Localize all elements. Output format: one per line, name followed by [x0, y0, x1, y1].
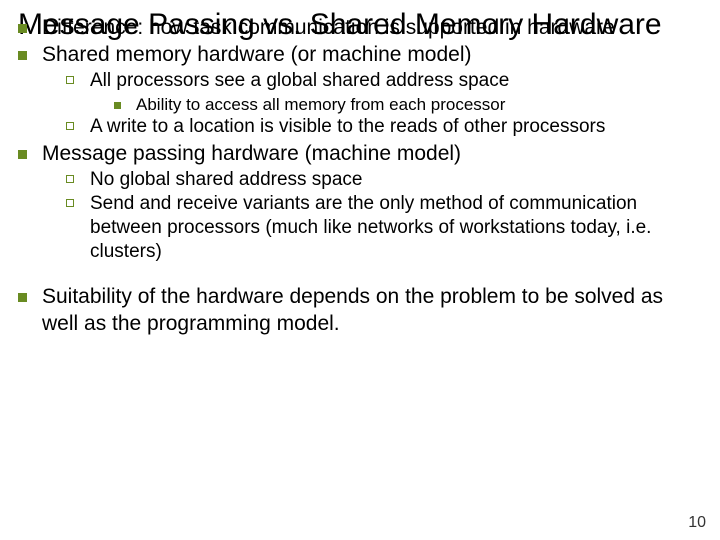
bullet-text: All processors see a global shared addre…	[90, 69, 702, 93]
bullet-item: Difference: how task communication is su…	[18, 15, 702, 42]
square-bullet-icon	[18, 15, 42, 42]
bullet-text: Message passing hardware (machine model)	[42, 141, 702, 168]
bullet-text: Shared memory hardware (or machine model…	[42, 42, 702, 69]
hollow-square-bullet-icon	[66, 115, 90, 139]
hollow-square-bullet-icon	[66, 168, 90, 192]
bullet-item: Suitability of the hardware depends on t…	[18, 284, 702, 338]
bullet-text: No global shared address space	[90, 168, 702, 192]
hollow-square-bullet-icon	[66, 192, 90, 265]
bullet-item: A write to a location is visible to the …	[66, 115, 702, 139]
bullet-item: No global shared address space	[66, 168, 702, 192]
square-bullet-icon	[18, 141, 42, 168]
bullet-text: Suitability of the hardware depends on t…	[42, 284, 702, 338]
bullet-item: Send and receive variants are the only m…	[66, 192, 702, 265]
hollow-square-bullet-icon	[66, 69, 90, 93]
bullet-item: Message passing hardware (machine model)	[18, 141, 702, 168]
square-bullet-icon	[18, 42, 42, 69]
bullet-text: Ability to access all memory from each p…	[136, 94, 702, 116]
bullet-text: Send and receive variants are the only m…	[90, 192, 702, 265]
bullet-item: All processors see a global shared addre…	[66, 69, 702, 93]
square-bullet-icon	[114, 94, 136, 116]
slide: Message Passing vs. Shared Memory Hardwa…	[0, 0, 720, 540]
bullet-list: Difference: how task communication is su…	[18, 15, 702, 338]
bullet-item: Ability to access all memory from each p…	[114, 94, 702, 116]
square-bullet-icon	[18, 284, 42, 338]
bullet-item: Shared memory hardware (or machine model…	[18, 42, 702, 69]
bullet-text: A write to a location is visible to the …	[90, 115, 702, 139]
spacer	[18, 265, 702, 283]
page-number: 10	[688, 514, 706, 532]
bullet-text: Difference: how task communication is su…	[42, 15, 702, 42]
